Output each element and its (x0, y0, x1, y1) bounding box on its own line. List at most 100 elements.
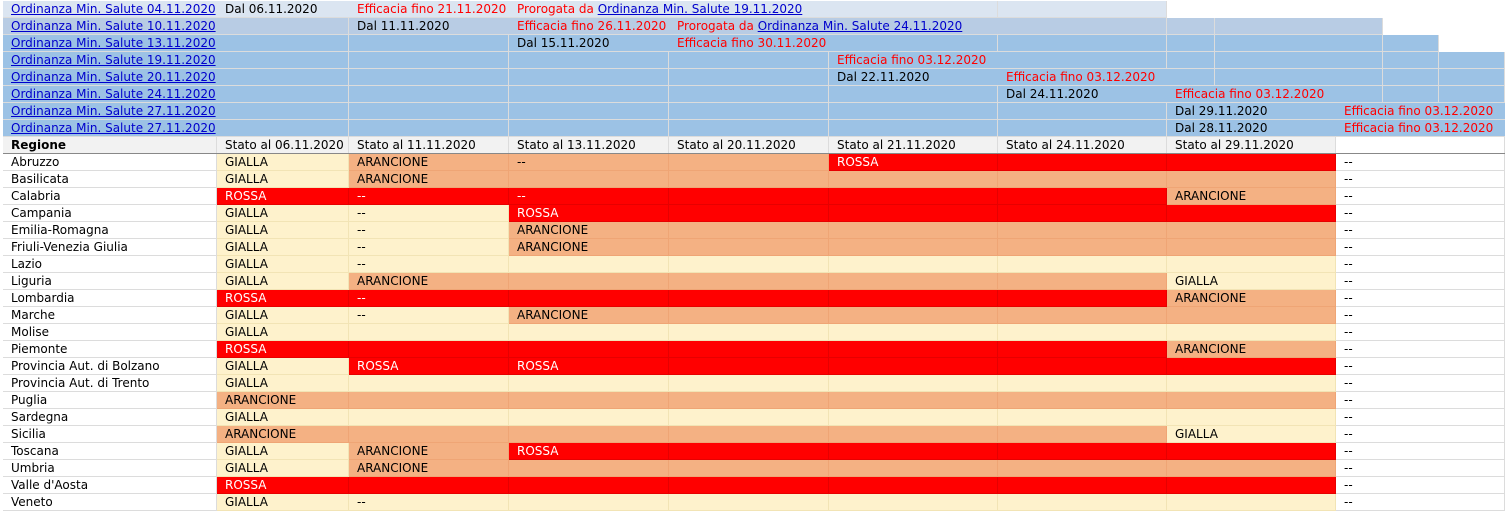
zone-cell (1167, 171, 1336, 188)
ordinanza-link[interactable]: Ordinanza Min. Salute 10.11.2020 (11, 19, 216, 33)
zone-cell: -- (1336, 392, 1505, 409)
ordinanza-link[interactable]: Ordinanza Min. Salute 27.11.2020 (11, 104, 216, 118)
zone-cell: ARANCIONE (349, 154, 509, 171)
ordinanza-cell: Dal 15.11.2020 (509, 35, 669, 52)
region-name: Puglia (3, 392, 217, 409)
ordinanza-link[interactable]: Ordinanza Min. Salute 13.11.2020 (11, 36, 216, 50)
header-stato: Stato al 13.11.2020 (509, 137, 669, 154)
zone-cell (829, 290, 998, 307)
zone-cell (998, 222, 1167, 239)
zone-cell (998, 324, 1167, 341)
ordinanza-band (998, 18, 1167, 35)
zone-cell: -- (1336, 154, 1505, 171)
zone-cell: GIALLA (217, 460, 349, 477)
zone-cell: ARANCIONE (509, 222, 669, 239)
ordinanza-cell: Ordinanza Min. Salute 20.11.2020 (3, 69, 259, 86)
ordinanza-text: Prorogata da (677, 19, 758, 33)
zone-cell: -- (349, 256, 509, 273)
zone-cell: GIALLA (217, 273, 349, 290)
zone-cell (669, 426, 829, 443)
ordinanza-link[interactable]: Ordinanza Min. Salute 19.11.2020 (11, 53, 216, 67)
ordinanza-band (349, 86, 509, 103)
ordinanza-band (998, 103, 1167, 120)
zone-cell (669, 307, 829, 324)
ordinanza-link[interactable]: Ordinanza Min. Salute 19.11.2020 (598, 2, 803, 16)
ordinanza-band (1215, 69, 1383, 86)
header-stato: Stato al 11.11.2020 (349, 137, 509, 154)
ordinanza-cell: Dal 06.11.2020 (217, 1, 349, 18)
zone-cell (829, 256, 998, 273)
zone-cell (998, 239, 1167, 256)
ordinanza-band (349, 69, 509, 86)
zone-cell (349, 477, 509, 494)
zone-cell (669, 154, 829, 171)
zone-cell (829, 341, 998, 358)
zone-cell: GIALLA (217, 239, 349, 256)
zone-cell: ARANCIONE (349, 273, 509, 290)
header-stato: Stato al 29.11.2020 (1167, 137, 1336, 154)
zone-cell (829, 375, 998, 392)
zone-cell: -- (1336, 171, 1505, 188)
zone-cell: -- (1336, 460, 1505, 477)
zone-cell (1167, 477, 1336, 494)
ordinanza-cell: Ordinanza Min. Salute 24.11.2020 (3, 86, 259, 103)
ordinanza-band (669, 69, 829, 86)
ordinanza-cell: Ordinanza Min. Salute 27.11.2020 (3, 103, 259, 120)
zone-cell (669, 290, 829, 307)
region-name: Basilicata (3, 171, 217, 188)
ordinanza-link[interactable]: Ordinanza Min. Salute 04.11.2020 (11, 2, 216, 16)
ordinanza-band (349, 52, 509, 69)
ordinanza-link[interactable]: Ordinanza Min. Salute 24.11.2020 (11, 87, 216, 101)
zone-cell (349, 324, 509, 341)
ordinanza-text: Dal 06.11.2020 (225, 2, 318, 16)
region-name: Umbria (3, 460, 217, 477)
zone-cell: -- (349, 494, 509, 511)
zone-cell (669, 358, 829, 375)
ordinanza-band (1383, 86, 1439, 103)
ordinanza-band (998, 35, 1167, 52)
zone-cell: -- (349, 188, 509, 205)
zone-cell (669, 392, 829, 409)
zone-cell: GIALLA (217, 154, 349, 171)
ordinanza-cell: Efficacia fino 03.12.2020 (1336, 120, 1505, 137)
zone-cell: -- (1336, 205, 1505, 222)
ordinanza-link[interactable]: Ordinanza Min. Salute 27.11.2020 (11, 121, 216, 135)
region-name: Toscana (3, 443, 217, 460)
zone-cell (669, 171, 829, 188)
ordinanza-link[interactable]: Ordinanza Min. Salute 20.11.2020 (11, 70, 216, 84)
zone-cell (998, 477, 1167, 494)
zone-cell: -- (1336, 273, 1505, 290)
zone-cell (829, 273, 998, 290)
ordinanza-band (509, 86, 669, 103)
region-name: Valle d'Aosta (3, 477, 217, 494)
ordinanza-band (1383, 35, 1439, 52)
zone-cell: -- (1336, 443, 1505, 460)
region-name: Provincia Aut. di Bolzano (3, 358, 217, 375)
zone-cell: GIALLA (217, 409, 349, 426)
zone-cell (349, 341, 509, 358)
ordinanza-text: Efficacia fino 03.12.2020 (1344, 104, 1494, 118)
ordinanza-band (1383, 52, 1439, 69)
ordinanza-text: Dal 29.11.2020 (1175, 104, 1268, 118)
region-name: Lombardia (3, 290, 217, 307)
ordinanza-text: Dal 22.11.2020 (837, 70, 930, 84)
ordinanza-text: Dal 11.11.2020 (357, 19, 450, 33)
zone-cell (829, 358, 998, 375)
ordinanza-text: Efficacia fino 03.12.2020 (837, 53, 987, 67)
zone-cell: -- (349, 290, 509, 307)
zone-cell: GIALLA (217, 205, 349, 222)
zone-cell: -- (1336, 426, 1505, 443)
header-stato: Stato al 06.11.2020 (217, 137, 349, 154)
zone-cell: ARANCIONE (217, 392, 349, 409)
zone-cell (998, 256, 1167, 273)
zone-cell (509, 460, 669, 477)
ordinanza-link[interactable]: Ordinanza Min. Salute 24.11.2020 (758, 19, 963, 33)
zone-cell (1167, 307, 1336, 324)
zone-cell (829, 443, 998, 460)
header-stato (1336, 137, 1505, 154)
zone-cell (509, 477, 669, 494)
zone-cell (829, 188, 998, 205)
zone-cell: -- (1336, 409, 1505, 426)
ordinanza-cell: Dal 28.11.2020 (1167, 120, 1336, 137)
zone-cell: ROSSA (217, 290, 349, 307)
